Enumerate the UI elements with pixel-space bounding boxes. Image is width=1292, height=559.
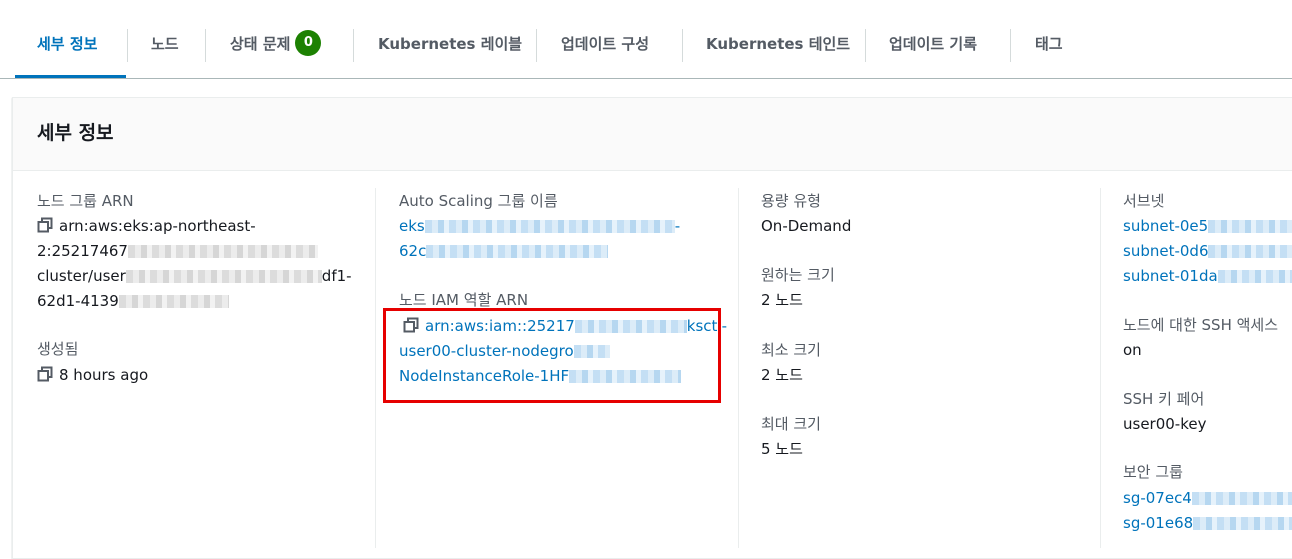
security-group-link[interactable]: sg-01e68 xyxy=(1123,514,1193,532)
desired-size-label: 원하는 크기 xyxy=(761,266,835,284)
capacity-type-label: 용량 유형 xyxy=(761,192,821,210)
column-divider xyxy=(375,188,376,548)
arn-line-4: 62d1-4139 xyxy=(37,292,119,310)
subnet-link[interactable]: subnet-0d6 xyxy=(1123,242,1208,260)
tab-update-config[interactable]: 업데이트 구성 xyxy=(561,24,649,64)
created-label: 생성됨 xyxy=(37,340,79,358)
max-size-value: 5 노드 xyxy=(761,440,803,458)
tab-bar: 세부 정보 노드 상태 문제 0 Kubernetes 레이블 업데이트 구성 K… xyxy=(0,0,1292,79)
issues-count-badge: 0 xyxy=(295,29,322,56)
redacted-text xyxy=(1217,270,1292,283)
tab-update-history[interactable]: 업데이트 기록 xyxy=(889,24,977,64)
tab-divider xyxy=(127,29,128,62)
capacity-type-value: On-Demand xyxy=(761,217,852,235)
copy-icon[interactable] xyxy=(37,366,53,382)
ssh-access-label: 노드에 대한 SSH 액세스 xyxy=(1123,316,1279,334)
highlight-annotation xyxy=(383,308,721,403)
asg-link[interactable]: eks xyxy=(399,217,425,235)
redacted-text xyxy=(118,295,229,308)
redacted-text xyxy=(1193,517,1292,530)
security-groups-label: 보안 그룹 xyxy=(1123,463,1183,481)
panel-title: 세부 정보 xyxy=(37,122,114,144)
asg-name-value: eks - 62c xyxy=(399,214,680,264)
arn-line-3a: cluster/user xyxy=(37,267,126,285)
ssh-keypair-value: user00-key xyxy=(1123,415,1207,433)
subnet-link[interactable]: subnet-0e5 xyxy=(1123,217,1208,235)
nodegroup-arn-label: 노드 그룹 ARN xyxy=(37,192,134,210)
security-groups-list: sg-07ec4 sg-01e68 xyxy=(1123,486,1292,536)
desired-size-value: 2 노드 xyxy=(761,291,803,309)
tab-health-issues-label: 상태 문제 xyxy=(230,35,291,53)
redacted-text xyxy=(127,245,318,258)
asg-link-line-2[interactable]: 62c xyxy=(399,242,426,260)
active-tab-indicator xyxy=(15,75,126,78)
tab-kubernetes-taints[interactable]: Kubernetes 테인트 xyxy=(706,24,850,64)
tab-kubernetes-labels[interactable]: Kubernetes 레이블 xyxy=(378,24,522,64)
arn-line-1: arn:aws:eks:ap-northeast- xyxy=(59,217,256,235)
subnets-label: 서브넷 xyxy=(1123,192,1165,210)
arn-line-3b: df1- xyxy=(321,267,352,285)
tab-divider xyxy=(865,29,866,62)
tab-nodes[interactable]: 노드 xyxy=(151,24,179,64)
column-divider xyxy=(738,188,739,548)
node-iam-role-label: 노드 IAM 역할 ARN xyxy=(399,291,529,309)
tab-tags[interactable]: 태그 xyxy=(1035,24,1063,64)
tab-divider xyxy=(682,29,683,62)
tab-details[interactable]: 세부 정보 xyxy=(37,24,97,64)
security-group-link[interactable]: sg-07ec4 xyxy=(1123,489,1192,507)
redacted-text xyxy=(1191,492,1292,505)
tab-health-issues[interactable]: 상태 문제 0 xyxy=(230,24,322,64)
redacted-text xyxy=(1208,220,1292,233)
subnets-list: subnet-0e5 subnet-0d6 subnet-01da xyxy=(1123,214,1292,289)
redacted-text xyxy=(125,270,322,283)
redacted-text xyxy=(426,245,609,258)
asg-link-end[interactable]: - xyxy=(675,217,680,235)
panel-header: 세부 정보 xyxy=(13,98,1292,171)
redacted-text xyxy=(424,220,675,233)
redacted-text xyxy=(1208,245,1292,258)
ssh-keypair-label: SSH 키 페어 xyxy=(1123,390,1205,408)
created-text: 8 hours ago xyxy=(59,366,149,384)
tab-divider xyxy=(1010,29,1011,62)
tab-divider xyxy=(205,29,206,62)
created-value: 8 hours ago xyxy=(37,363,148,388)
tab-divider xyxy=(353,29,354,62)
subnet-link[interactable]: subnet-01da xyxy=(1123,267,1218,285)
column-divider xyxy=(1100,188,1101,548)
asg-name-label: Auto Scaling 그룹 이름 xyxy=(399,192,558,210)
ssh-access-value: on xyxy=(1123,341,1142,359)
arn-line-2: 2:25217467 xyxy=(37,242,128,260)
tab-divider xyxy=(536,29,537,62)
min-size-label: 최소 크기 xyxy=(761,341,821,359)
nodegroup-arn-value: arn:aws:eks:ap-northeast- 2:25217467 clu… xyxy=(37,214,352,314)
copy-icon[interactable] xyxy=(37,217,53,233)
max-size-label: 최대 크기 xyxy=(761,415,821,433)
min-size-value: 2 노드 xyxy=(761,366,803,384)
